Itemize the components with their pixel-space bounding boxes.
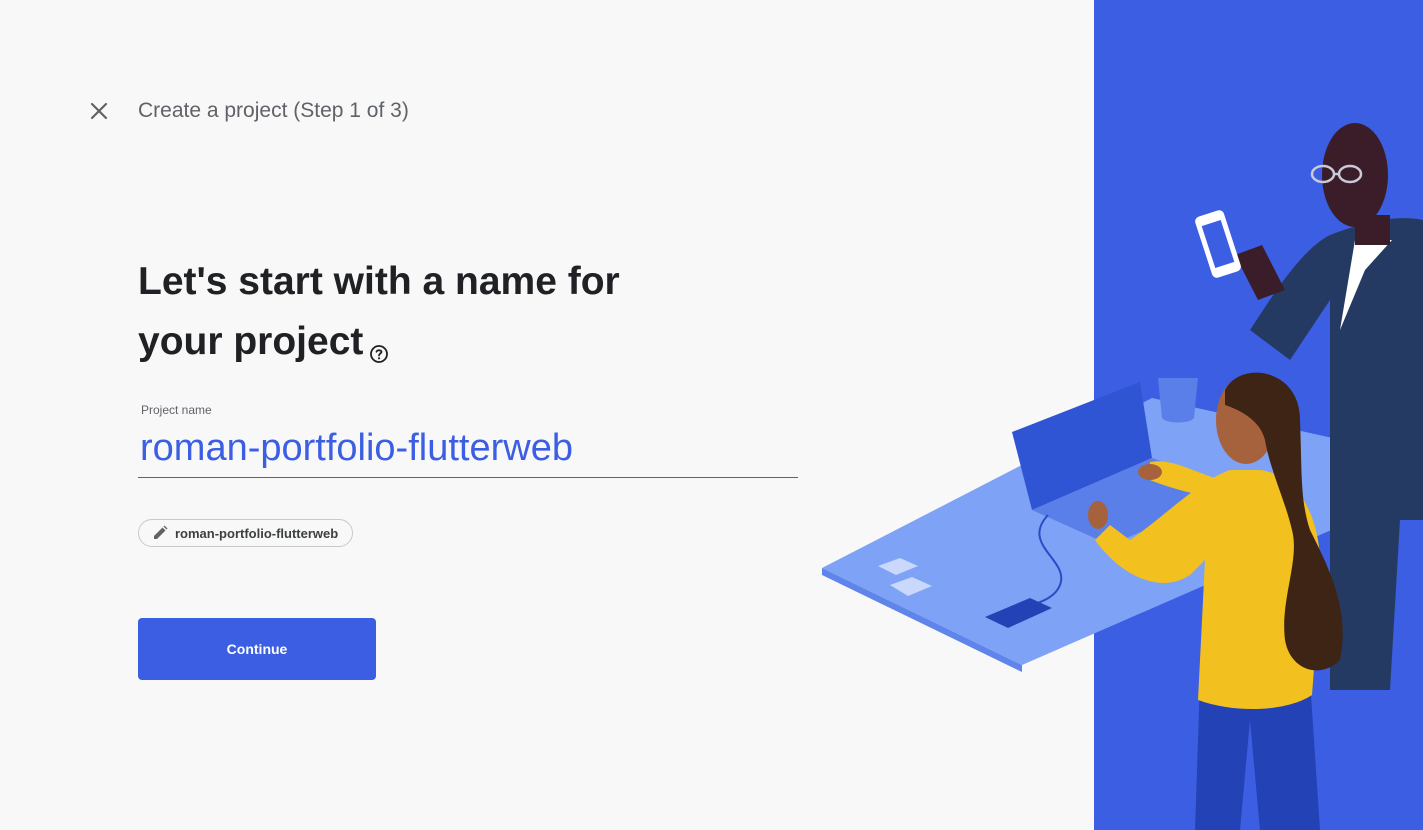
close-button[interactable] — [84, 96, 114, 126]
woman-hand — [1088, 501, 1108, 529]
continue-button[interactable]: Continue — [138, 618, 376, 680]
man-hand — [1235, 245, 1285, 300]
woman-hand — [1138, 464, 1162, 480]
page-heading: Let's start with a name for your project — [138, 252, 738, 382]
project-name-input[interactable] — [138, 420, 798, 478]
step-title: Create a project (Step 1 of 3) — [138, 99, 409, 122]
create-project-page: Create a project (Step 1 of 3) Let's sta… — [0, 0, 1423, 830]
heading-line-2: your project — [138, 320, 364, 363]
heading-line-2-row: your project — [138, 312, 738, 382]
man-neck — [1355, 215, 1390, 245]
project-id-chip[interactable]: roman-portfolio-flutterweb — [138, 519, 354, 547]
pencil-icon — [154, 525, 168, 539]
heading-line-1: Let's start with a name for — [138, 260, 620, 303]
man-head — [1322, 123, 1388, 227]
plant — [1160, 350, 1198, 378]
project-id-label: roman-portfolio-flutterweb — [175, 525, 339, 541]
close-icon — [90, 102, 108, 120]
project-name-label: Project name — [141, 403, 212, 417]
plant-pot — [1158, 378, 1198, 423]
help-circle-icon[interactable] — [369, 322, 389, 382]
